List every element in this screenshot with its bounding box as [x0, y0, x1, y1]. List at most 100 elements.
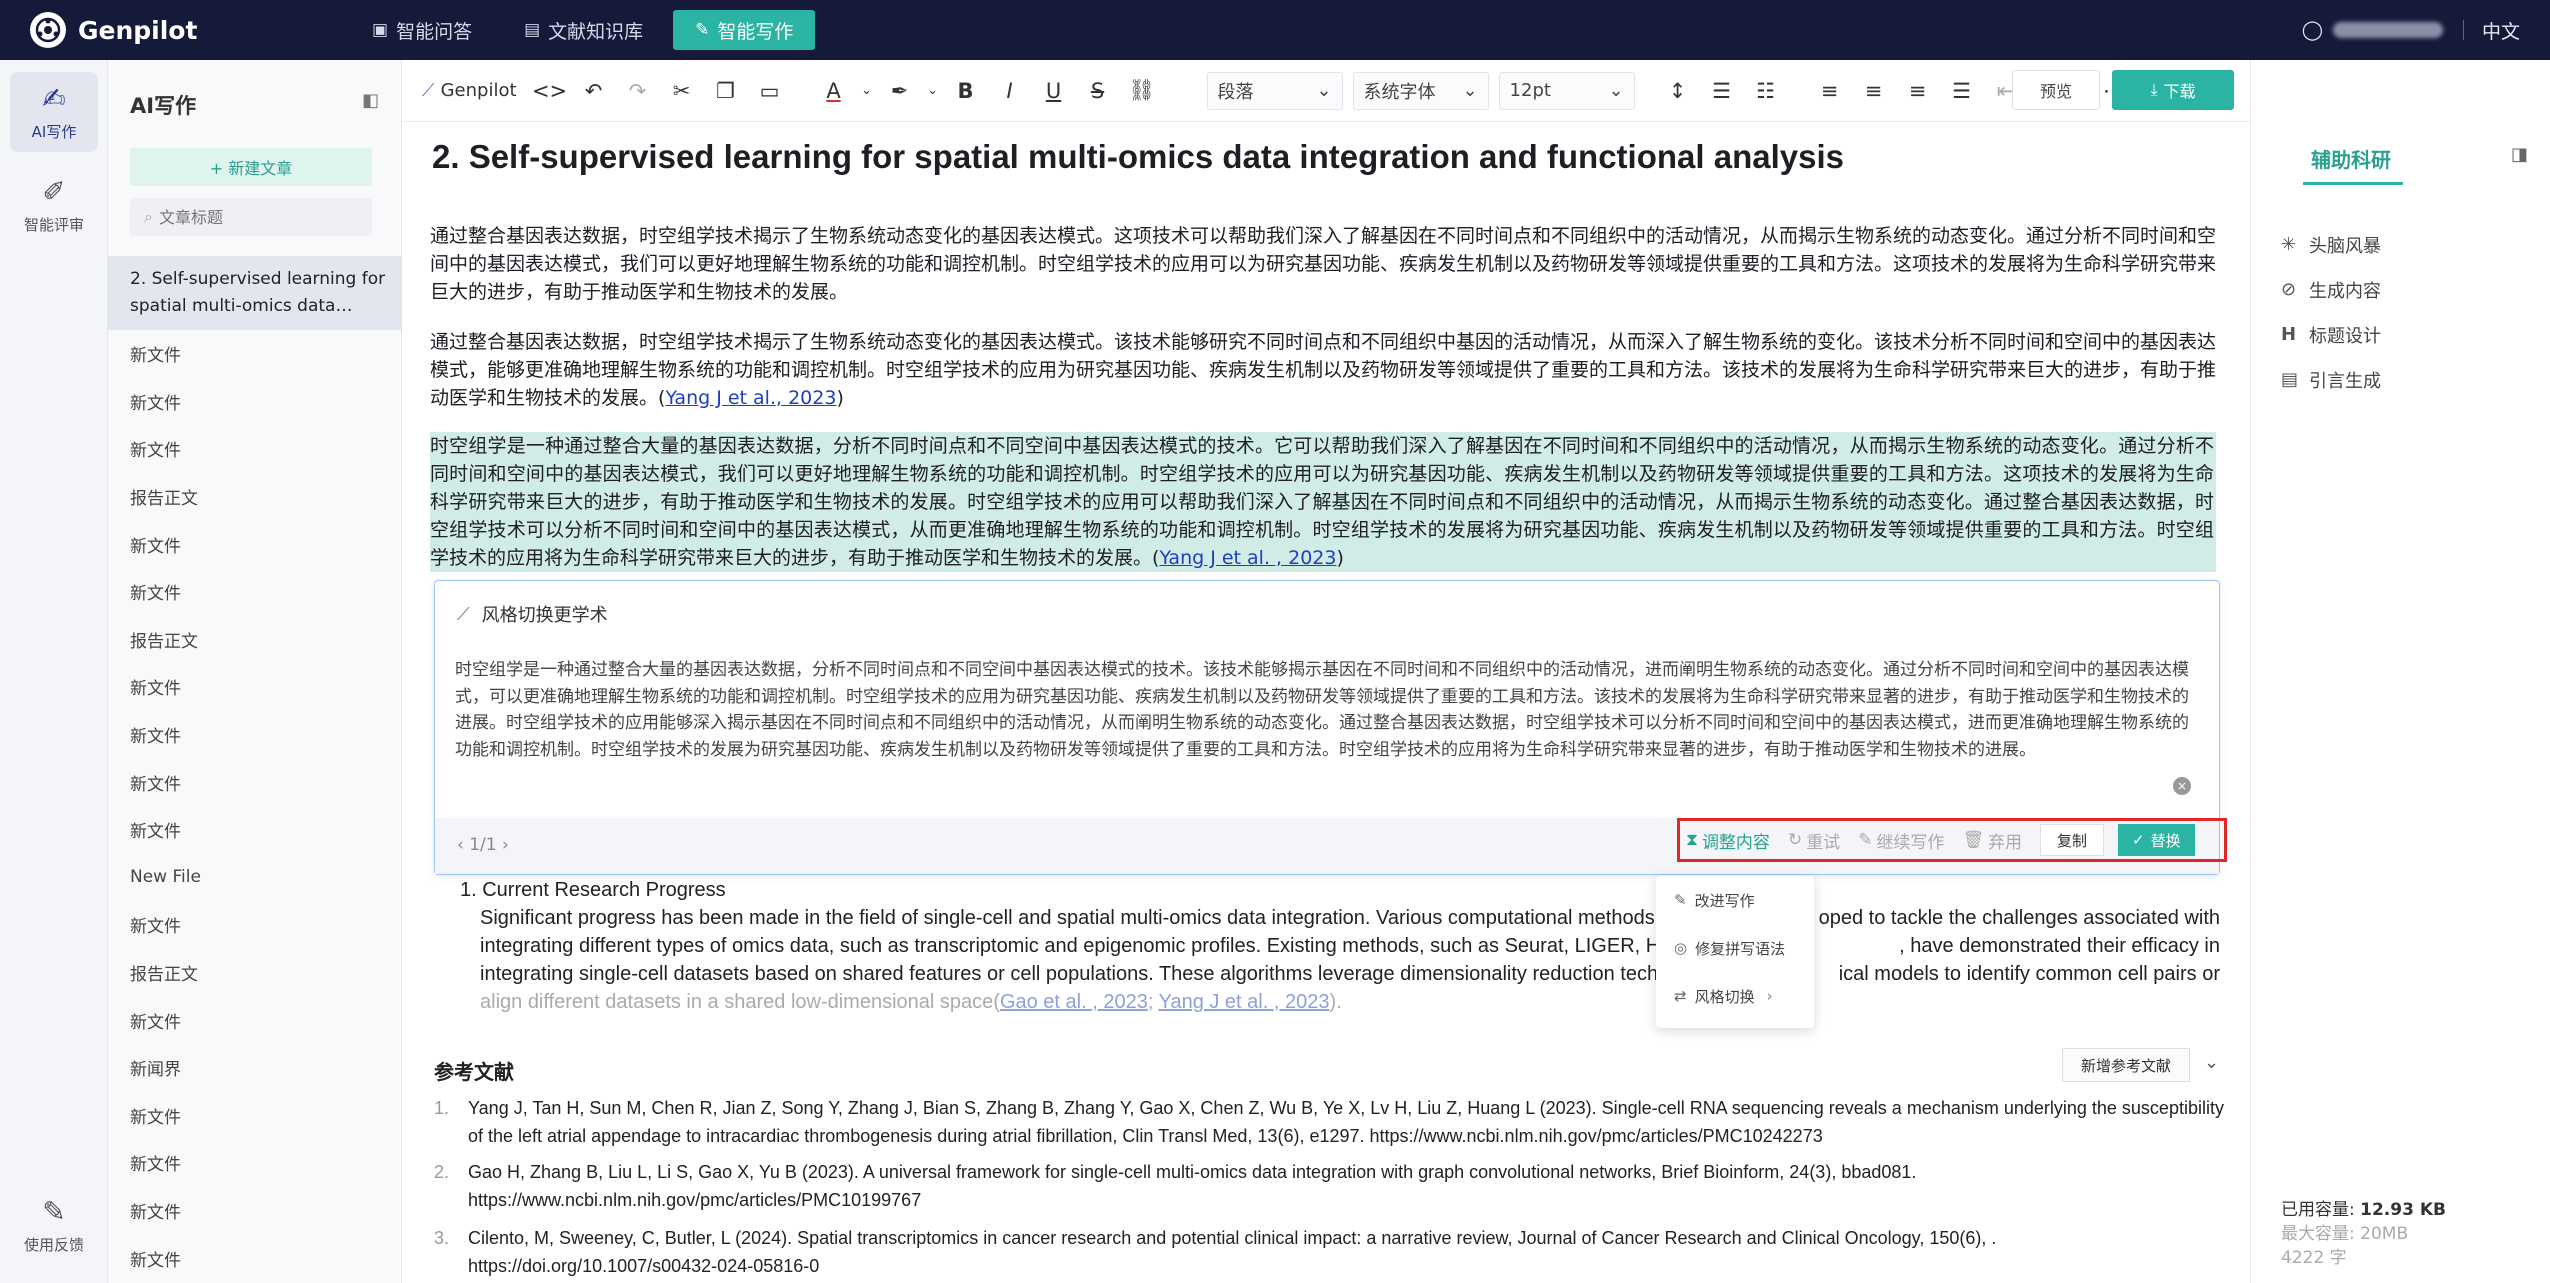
menu-label: 修复拼写语法	[1695, 939, 1786, 958]
article-item[interactable]: 新文件	[108, 425, 402, 473]
article-item[interactable]: 新闻界	[108, 1044, 402, 1092]
article-item[interactable]: 新文件	[108, 1234, 402, 1282]
article-search[interactable]: ⌕	[130, 198, 372, 236]
highlight-icon[interactable]: ✒	[881, 71, 919, 111]
article-search-input[interactable]	[158, 207, 359, 227]
paragraph[interactable]: 通过整合基因表达数据，时空组学技术揭示了生物系统动态变化的基因表达模式。该技术能…	[430, 328, 2216, 412]
chevron-right-icon[interactable]: ›	[497, 835, 509, 855]
numbered-list-icon[interactable]: ☷	[1747, 71, 1785, 111]
font-select[interactable]: 系统字体 ⌄	[1352, 71, 1489, 110]
document-editor[interactable]: 2. Self-supervised learning for spatial …	[402, 122, 2250, 1283]
italic-icon[interactable]: I	[991, 71, 1029, 111]
copy-button[interactable]: 复制	[2040, 824, 2105, 856]
tab-assist-research[interactable]: 辅助科研	[2311, 144, 2391, 173]
line-height-icon[interactable]: ↕	[1659, 71, 1697, 111]
download-button[interactable]: ⤓ 下载	[2112, 70, 2234, 110]
citation-link[interactable]: Yang J et al. , 2023	[1159, 547, 1336, 569]
nav-smart-writing[interactable]: ✎ 智能写作	[673, 10, 816, 50]
copy-icon[interactable]: ❐	[707, 71, 745, 111]
paragraph[interactable]: 通过整合基因表达数据，时空组学技术揭示了生物系统动态变化的基因表达模式。这项技术…	[430, 222, 2216, 306]
article-item[interactable]: 新文件	[108, 758, 402, 806]
continue-writing-button[interactable]: ✎ 继续写作	[1858, 828, 1944, 853]
tool-brainstorm[interactable]: ✳ 头脑风暴	[2281, 222, 2381, 267]
align-left-icon[interactable]: ≡	[1811, 71, 1849, 111]
menu-item-style-switch[interactable]: ⇄ 风格切换 ›	[1656, 972, 1814, 1020]
user-icon[interactable]: ◯	[2302, 19, 2323, 41]
article-item[interactable]: 新文件	[108, 996, 402, 1044]
align-center-icon[interactable]: ≡	[1855, 71, 1893, 111]
collapse-panel-icon[interactable]: ◨	[2511, 144, 2528, 165]
align-justify-icon[interactable]: ☰	[1943, 71, 1981, 111]
article-item[interactable]: 新文件	[108, 1092, 402, 1140]
article-item[interactable]: 新文件	[108, 1139, 402, 1187]
code-icon[interactable]: <>	[531, 71, 569, 111]
nav-smart-qa[interactable]: ▣ 智能问答	[350, 10, 494, 50]
cut-icon[interactable]: ✂	[663, 71, 701, 111]
article-item[interactable]: 新文件	[108, 806, 402, 854]
article-item[interactable]: 2. Self-supervised learning for spatial …	[108, 256, 402, 330]
article-item[interactable]: 报告正文	[108, 616, 402, 664]
nav-literature-base[interactable]: ▤ 文献知识库	[502, 10, 665, 50]
citation-link[interactable]: Yang J et al. , 2023	[1159, 991, 1330, 1013]
font-color-icon[interactable]: A	[815, 71, 853, 111]
bold-icon[interactable]: B	[947, 71, 985, 111]
citation-link[interactable]: Gao et al. , 2023	[1000, 991, 1148, 1013]
article-item[interactable]: 新文件	[108, 1187, 402, 1235]
research-progress-section[interactable]: 1. Current Research Progress Significant…	[460, 876, 2220, 1016]
tool-label: 生成内容	[2309, 280, 2381, 302]
underline-icon[interactable]: U	[1035, 71, 1073, 111]
replace-button[interactable]: ✓ 替换	[2118, 824, 2195, 856]
article-item[interactable]: 新文件	[108, 330, 402, 378]
username-blurred[interactable]	[2332, 22, 2443, 38]
paste-icon[interactable]: ▭	[751, 71, 789, 111]
add-reference-button[interactable]: 新增参考文献	[2062, 1048, 2190, 1082]
font-size-select[interactable]: 12pt ⌄	[1498, 71, 1635, 110]
article-item[interactable]: 报告正文	[108, 473, 402, 521]
collapse-sidebar-icon[interactable]: ◧	[362, 90, 379, 111]
strikethrough-icon[interactable]: S	[1079, 71, 1117, 111]
article-item[interactable]: 新文件	[108, 568, 402, 616]
chevron-down-icon[interactable]: ⌄	[2204, 1052, 2219, 1073]
rail-feedback[interactable]: ✎ 使用反馈	[10, 1185, 98, 1265]
citation-link[interactable]: Yang J et al., 2023	[665, 387, 836, 409]
chevron-down-icon[interactable]: ⌄	[925, 71, 941, 111]
article-item[interactable]: 新文件	[108, 711, 402, 759]
article-item[interactable]: New File	[108, 854, 402, 902]
chevron-left-icon[interactable]: ‹	[457, 835, 469, 855]
discard-button[interactable]: 🗑 弃用	[1962, 828, 2022, 853]
paragraph-select[interactable]: 段落 ⌄	[1206, 71, 1343, 110]
undo-icon[interactable]: ↶	[575, 71, 613, 111]
article-item[interactable]: 报告正文	[108, 949, 402, 997]
link-icon[interactable]: ⛓	[1123, 71, 1161, 111]
adjust-content-button[interactable]: ⧗ 调整内容	[1686, 828, 1770, 853]
menu-item-fix-grammar[interactable]: ◎ 修复拼写语法	[1656, 924, 1814, 972]
retry-button[interactable]: ↻ 重试	[1788, 828, 1840, 853]
article-item[interactable]: 新文件	[108, 378, 402, 426]
document-title[interactable]: 2. Self-supervised learning for spatial …	[432, 138, 1844, 176]
article-item[interactable]: 新文件	[108, 520, 402, 568]
article-item[interactable]: 新文件	[108, 901, 402, 949]
reference-item[interactable]: 3. Cilento, M, Sweeney, C, Butler, L (202…	[434, 1224, 2224, 1280]
bullet-list-icon[interactable]: ☰	[1703, 71, 1741, 111]
ref-text: Cilento, M, Sweeney, C, Butler, L (2024)…	[468, 1228, 1997, 1276]
article-item[interactable]: 新文件	[108, 663, 402, 711]
brand[interactable]: Genpilot	[30, 12, 330, 48]
reference-item[interactable]: 2. Gao H, Zhang B, Liu L, Li S, Gao X, Yu…	[434, 1158, 2224, 1214]
tool-title-design[interactable]: H 标题设计	[2281, 312, 2381, 357]
language-switch[interactable]: 中文	[2482, 17, 2520, 44]
selected-paragraph[interactable]: 时空组学是一种通过整合大量的基因表达数据，分析不同时间点和不同空间中基因表达模式…	[430, 432, 2216, 572]
tool-intro-generation[interactable]: ▤ 引言生成	[2281, 357, 2381, 402]
close-icon[interactable]: ×	[2173, 777, 2191, 795]
redo-icon[interactable]: ↷	[619, 71, 657, 111]
menu-item-improve-writing[interactable]: ✎ 改进写作	[1656, 876, 1814, 924]
rail-ai-writing[interactable]: ✍ AI写作	[10, 72, 98, 152]
preview-button[interactable]: 预览	[2012, 70, 2100, 110]
genpilot-ai-button[interactable]: ⟋ Genpilot	[422, 71, 517, 111]
tool-generate-content[interactable]: ⊘ 生成内容	[2281, 267, 2381, 312]
new-article-button[interactable]: + 新建文章	[130, 148, 372, 186]
reference-item[interactable]: 1. Yang J, Tan H, Sun M, Chen R, Jian Z, …	[434, 1094, 2224, 1150]
align-right-icon[interactable]: ≡	[1899, 71, 1937, 111]
rail-smart-review[interactable]: ✐ 智能评审	[10, 165, 98, 245]
chevron-down-icon[interactable]: ⌄	[859, 71, 875, 111]
result-pager[interactable]: ‹ 1/1 ›	[457, 835, 509, 855]
